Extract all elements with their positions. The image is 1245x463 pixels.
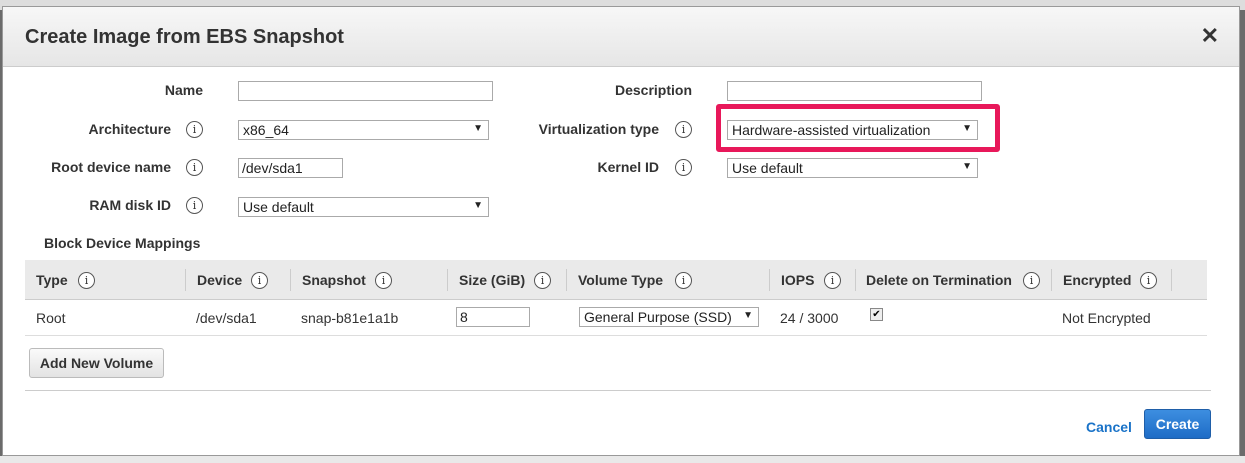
ram-disk-id-label: RAM disk ID	[89, 197, 171, 213]
root-device-info-icon[interactable]: i	[186, 159, 203, 176]
volume-type-value: General Purpose (SSD)	[584, 309, 732, 325]
col-encrypted: Encrypted	[1063, 272, 1132, 288]
table-row: Root /dev/sda1 snap-b81e1a1b General Pur…	[25, 300, 1207, 336]
description-label: Description	[614, 82, 692, 98]
column-divider	[1171, 269, 1172, 291]
description-input[interactable]	[727, 81, 982, 101]
volume-type-info-icon[interactable]: i	[675, 272, 692, 289]
close-icon[interactable]: ✕	[1201, 23, 1219, 49]
col-delete-on-termination: Delete on Termination	[866, 272, 1012, 288]
device-info-icon[interactable]: i	[251, 272, 268, 289]
volume-type-select[interactable]: General Purpose (SSD) ▼	[579, 307, 759, 327]
column-divider	[447, 269, 448, 291]
row-snapshot: snap-b81e1a1b	[301, 310, 399, 326]
dialog-title: Create Image from EBS Snapshot	[25, 26, 344, 48]
column-divider	[769, 269, 770, 291]
chevron-down-icon: ▼	[473, 200, 483, 211]
architecture-value: x86_64	[243, 122, 289, 138]
col-device: Device	[197, 272, 243, 288]
col-volume-type: Volume Type	[578, 272, 664, 288]
size-info-icon[interactable]: i	[534, 272, 551, 289]
cancel-button[interactable]: Cancel	[1086, 419, 1132, 435]
name-label: Name	[164, 82, 203, 98]
root-device-name-label: Root device name	[51, 159, 171, 175]
col-iops: IOPS	[781, 272, 815, 288]
chevron-down-icon: ▼	[473, 123, 483, 134]
add-new-volume-button[interactable]: Add New Volume	[29, 348, 164, 378]
kernel-info-icon[interactable]: i	[675, 159, 692, 176]
background-page-bottom	[0, 456, 1245, 463]
block-device-mappings-heading: Block Device Mappings	[44, 235, 201, 251]
column-divider	[1051, 269, 1052, 291]
column-divider	[855, 269, 856, 291]
column-divider	[290, 269, 291, 291]
architecture-info-icon[interactable]: i	[186, 121, 203, 138]
name-input[interactable]	[238, 81, 493, 101]
type-info-icon[interactable]: i	[78, 272, 95, 289]
row-type: Root	[36, 310, 66, 326]
ram-disk-info-icon[interactable]: i	[186, 197, 203, 214]
column-divider	[566, 269, 567, 291]
highlight-box	[716, 104, 1000, 152]
table-header: Type i Device i Snapshot i Size (GiB) i …	[25, 260, 1207, 300]
kernel-id-select[interactable]: Use default ▼	[727, 158, 978, 178]
create-image-dialog: Create Image from EBS Snapshot ✕ Name De…	[2, 6, 1240, 456]
snapshot-info-icon[interactable]: i	[375, 272, 392, 289]
row-iops: 24 / 3000	[780, 310, 839, 326]
dialog-header: Create Image from EBS Snapshot ✕	[3, 7, 1239, 67]
create-button[interactable]: Create	[1144, 409, 1211, 439]
delete-on-termination-checkbox[interactable]: ✔	[870, 308, 883, 321]
virtualization-info-icon[interactable]: i	[675, 121, 692, 138]
chevron-down-icon: ▼	[962, 161, 972, 172]
ram-disk-id-value: Use default	[243, 199, 314, 215]
col-snapshot: Snapshot	[302, 272, 366, 288]
size-input[interactable]	[456, 307, 530, 327]
architecture-label: Architecture	[88, 121, 171, 137]
virtualization-type-label: Virtualization type	[538, 121, 659, 137]
encrypted-info-icon[interactable]: i	[1140, 272, 1157, 289]
kernel-id-value: Use default	[732, 160, 803, 176]
row-device: /dev/sda1	[196, 310, 257, 326]
iops-info-icon[interactable]: i	[824, 272, 841, 289]
architecture-select[interactable]: x86_64 ▼	[238, 120, 489, 140]
col-size: Size (GiB)	[459, 272, 526, 288]
ram-disk-id-select[interactable]: Use default ▼	[238, 197, 489, 217]
root-device-name-input[interactable]	[238, 158, 343, 178]
col-type: Type	[36, 272, 68, 288]
row-encrypted: Not Encrypted	[1062, 310, 1151, 326]
chevron-down-icon: ▼	[743, 310, 753, 321]
delete-info-icon[interactable]: i	[1023, 272, 1040, 289]
kernel-id-label: Kernel ID	[597, 159, 659, 175]
column-divider	[185, 269, 186, 291]
footer-divider	[25, 390, 1211, 391]
